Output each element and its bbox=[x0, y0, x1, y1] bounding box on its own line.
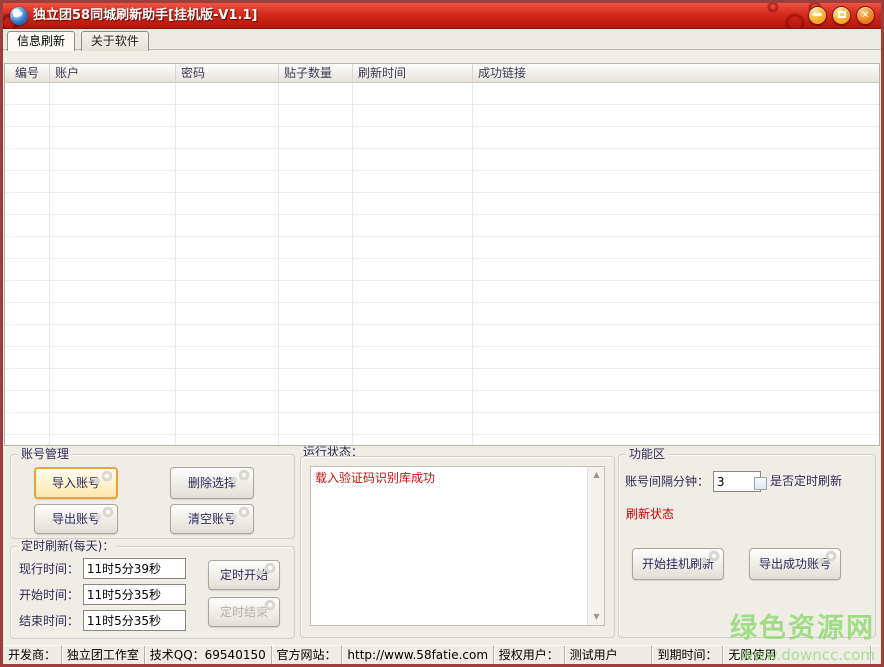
current-time-row: 现行时间： bbox=[19, 558, 186, 579]
app-window: 独立团58同城刷新助手[挂机版-V1.1] ✕ 信息刷新 关于软件 编号 账户 … bbox=[0, 0, 884, 667]
statusbar-developer-value: 独立团工作室 bbox=[62, 646, 145, 664]
account-management-group: 账号管理 导入账号 删除选择 导出账号 清空账号 bbox=[10, 454, 295, 539]
scroll-up-icon[interactable]: ▲ bbox=[588, 467, 605, 483]
statusbar-filler bbox=[871, 646, 881, 664]
col-header-account[interactable]: 账户 bbox=[50, 64, 176, 82]
refresh-status-label: 刷新状态 bbox=[626, 505, 674, 522]
tab-info-refresh[interactable]: 信息刷新 bbox=[7, 31, 75, 52]
start-hangup-refresh-button[interactable]: 开始挂机刷新 bbox=[632, 548, 724, 580]
running-status-group: 载入验证码识别库成功 ▲ ▼ bbox=[300, 456, 615, 638]
col-header-refresh-time[interactable]: 刷新时间 bbox=[353, 64, 473, 82]
timer-end-button[interactable]: 定时结束 bbox=[208, 597, 280, 627]
timer-start-button[interactable]: 定时开始 bbox=[208, 560, 280, 590]
current-time-label: 现行时间： bbox=[19, 562, 79, 576]
end-time-row: 结束时间： bbox=[19, 610, 186, 631]
statusbar-authorized-user-label: 授权用户： bbox=[494, 646, 565, 664]
function-area-group: 功能区 账号间隔分钟： 是否定时刷新 刷新状态 开始挂机刷新 导出成功账号 bbox=[618, 454, 876, 638]
status-log-text: 载入验证码识别库成功 bbox=[315, 470, 582, 486]
start-time-label: 开始时间： bbox=[19, 588, 79, 602]
scheduled-refresh-group: 定时刷新(每天)： 现行时间： 开始时间： 结束时间： 定时开始 定时结束 bbox=[10, 546, 295, 639]
statusbar-website-url: http://www.58fatie.com bbox=[342, 646, 493, 664]
scheduled-refresh-checkbox[interactable] bbox=[754, 477, 767, 490]
current-time-input[interactable] bbox=[83, 558, 186, 579]
interval-label: 账号间隔分钟： bbox=[625, 475, 709, 489]
statusbar-website-label: 官方网站： bbox=[272, 646, 343, 664]
clear-accounts-button[interactable]: 清空账号 bbox=[170, 504, 254, 534]
import-accounts-button[interactable]: 导入账号 bbox=[34, 467, 118, 499]
close-button[interactable]: ✕ bbox=[856, 6, 875, 25]
minimize-icon bbox=[813, 13, 822, 16]
end-time-label: 结束时间： bbox=[19, 614, 79, 628]
tab-page: 编号 账户 密码 贴子数量 刷新时间 成功链接 账号管理 导入账号 删除选择 导… bbox=[3, 51, 881, 645]
statusbar-authorized-user-value: 测试用户 bbox=[565, 646, 653, 664]
end-time-input[interactable] bbox=[83, 610, 186, 631]
minimize-button[interactable] bbox=[808, 6, 827, 25]
col-header-post-count[interactable]: 贴子数量 bbox=[279, 64, 353, 82]
log-scrollbar[interactable]: ▲ ▼ bbox=[587, 467, 604, 625]
interval-row: 账号间隔分钟： bbox=[625, 471, 761, 492]
checkbox-label-row: 是否定时刷新 bbox=[770, 471, 842, 492]
window-title: 独立团58同城刷新助手[挂机版-V1.1] bbox=[33, 3, 257, 29]
maximize-button[interactable] bbox=[832, 6, 851, 25]
scheduled-refresh-checkbox-label[interactable]: 是否定时刷新 bbox=[770, 474, 842, 488]
accounts-table: 编号 账户 密码 贴子数量 刷新时间 成功链接 bbox=[4, 63, 880, 446]
close-icon: ✕ bbox=[861, 10, 869, 21]
export-accounts-button[interactable]: 导出账号 bbox=[34, 504, 118, 534]
account-management-title: 账号管理 bbox=[18, 447, 72, 461]
status-log-area[interactable]: 载入验证码识别库成功 ▲ ▼ bbox=[310, 466, 605, 626]
statusbar-qq: 技术QQ：69540150 bbox=[145, 646, 272, 664]
function-area-title: 功能区 bbox=[626, 447, 668, 461]
table-body[interactable] bbox=[5, 83, 879, 445]
col-header-password[interactable]: 密码 bbox=[176, 64, 279, 82]
scheduled-refresh-title: 定时刷新(每天)： bbox=[18, 539, 117, 553]
tabstrip: 信息刷新 关于软件 bbox=[3, 30, 881, 50]
col-header-id[interactable]: 编号 bbox=[5, 64, 50, 82]
table-header-row: 编号 账户 密码 贴子数量 刷新时间 成功链接 bbox=[5, 64, 879, 83]
statusbar-expiry-label: 到期时间： bbox=[652, 646, 723, 664]
statusbar-expiry-value: 无限使用 bbox=[723, 646, 871, 664]
window-controls: ✕ bbox=[808, 6, 875, 25]
statusbar: 开发商： 独立团工作室 技术QQ：69540150 官方网站： http://w… bbox=[3, 645, 881, 664]
start-time-row: 开始时间： bbox=[19, 584, 186, 605]
statusbar-developer-label: 开发商： bbox=[3, 646, 62, 664]
export-success-accounts-button[interactable]: 导出成功账号 bbox=[749, 548, 841, 580]
scroll-down-icon[interactable]: ▼ bbox=[588, 609, 605, 625]
titlebar: 独立团58同城刷新助手[挂机版-V1.1] ✕ bbox=[3, 3, 881, 29]
delete-selected-button[interactable]: 删除选择 bbox=[170, 467, 254, 499]
col-header-success-link[interactable]: 成功链接 bbox=[473, 64, 879, 82]
app-icon bbox=[10, 7, 28, 25]
maximize-icon bbox=[838, 11, 846, 18]
start-time-input[interactable] bbox=[83, 584, 186, 605]
tab-about-software[interactable]: 关于软件 bbox=[81, 31, 149, 51]
